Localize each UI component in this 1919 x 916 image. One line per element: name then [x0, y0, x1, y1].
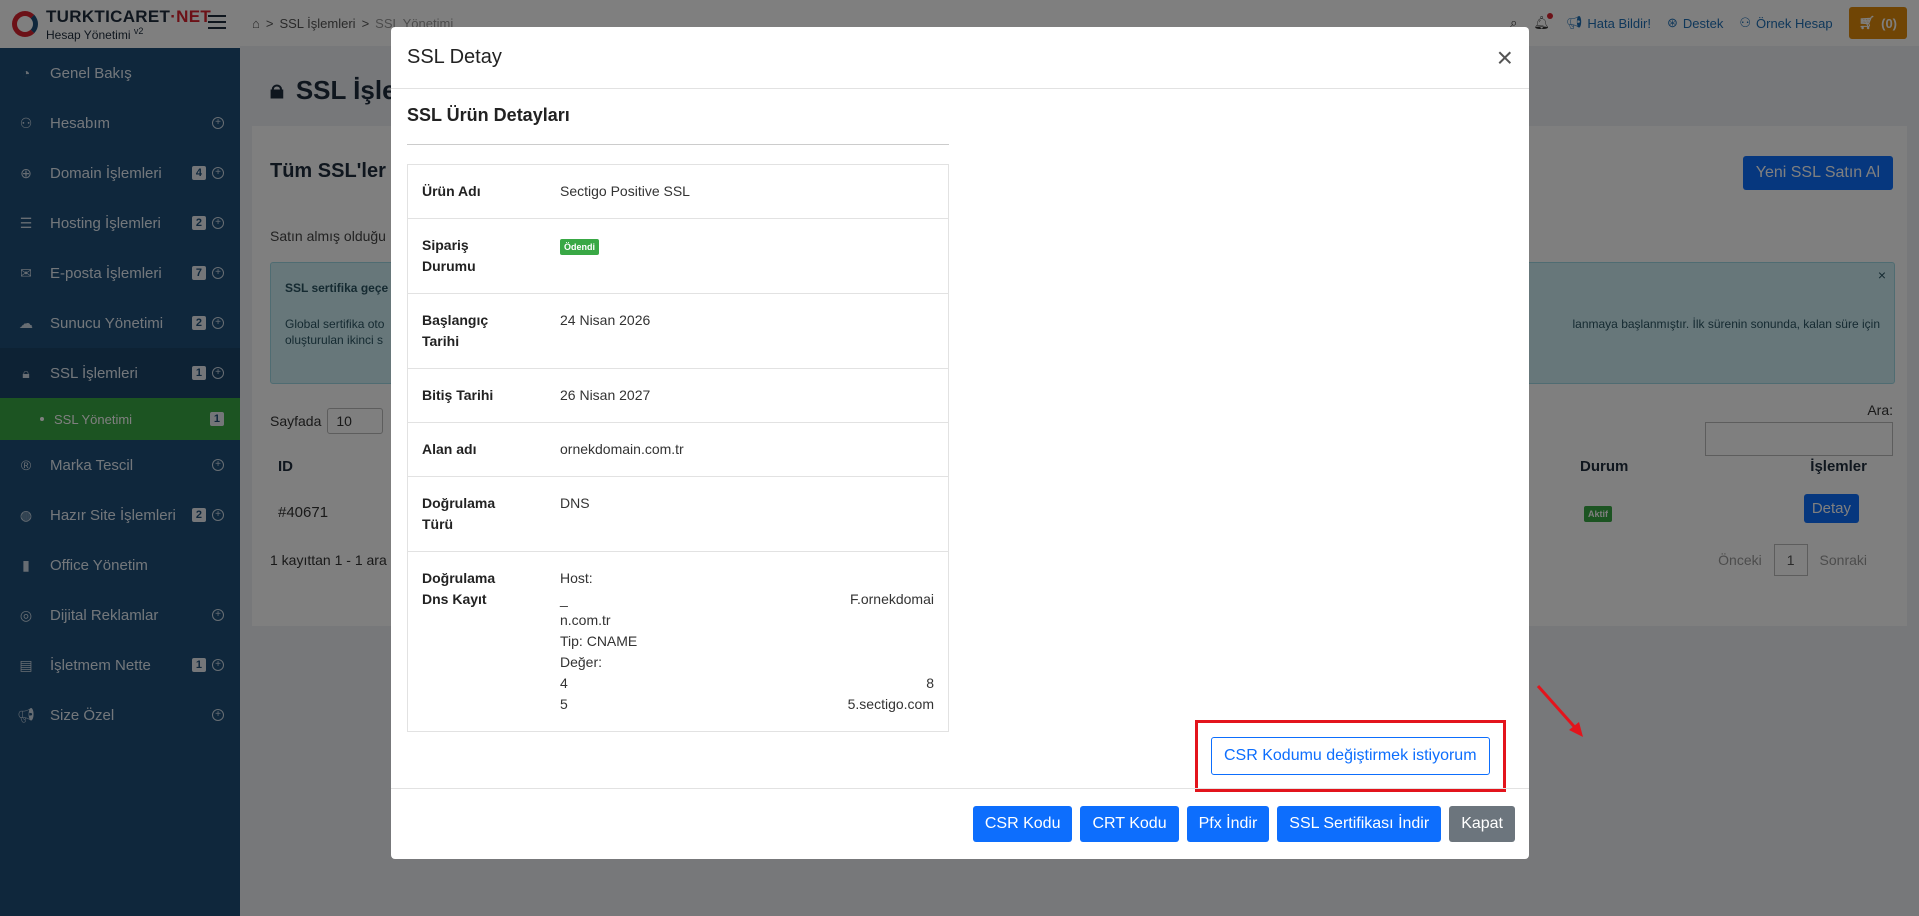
- detail-value: 26 Nisan 2027: [560, 387, 651, 403]
- crt-code-button[interactable]: CRT Kodu: [1080, 806, 1179, 842]
- modal-title: SSL Detay: [407, 46, 502, 68]
- detail-key: Ürün Adı: [422, 183, 481, 199]
- csr-code-button[interactable]: CSR Kodu: [972, 806, 1073, 842]
- detail-key: Bitiş Tarihi: [422, 387, 494, 403]
- detail-value: Sectigo Positive SSL: [560, 183, 690, 199]
- csr-change-highlight: CSR Kodumu değiştirmek istiyorum: [1195, 720, 1506, 792]
- detail-row: Doğrulama Türü DNS: [408, 477, 948, 552]
- detail-value: ornekdomain.com.tr: [560, 441, 684, 457]
- detail-value: 24 Nisan 2026: [560, 312, 651, 328]
- modal-header: SSL Detay ×: [391, 27, 1529, 89]
- pfx-download-button[interactable]: Pfx İndir: [1186, 806, 1270, 842]
- ssl-certificate-download-button[interactable]: SSL Sertifikası İndir: [1277, 806, 1442, 842]
- section-header: SSL Ürün Detayları: [407, 105, 949, 145]
- ssl-detail-modal: SSL Detay × SSL Ürün Detayları Ürün Adı …: [391, 27, 1583, 859]
- detail-row: Başlangıç Tarihi 24 Nisan 2026: [408, 294, 948, 369]
- detail-value: DNS: [560, 495, 590, 511]
- section-title: SSL Ürün Detayları: [407, 105, 949, 145]
- detail-row: Ürün Adı Sectigo Positive SSL: [408, 165, 948, 219]
- close-button[interactable]: Kapat: [1449, 806, 1515, 842]
- paid-badge: Ödendi: [560, 239, 599, 255]
- ssl-detail-table: Ürün Adı Sectigo Positive SSL Sipariş Du…: [407, 164, 949, 732]
- detail-key: Doğrulama Dns Kayıt: [422, 570, 496, 607]
- change-csr-button[interactable]: CSR Kodumu değiştirmek istiyorum: [1211, 737, 1490, 775]
- detail-row: Alan adı ornekdomain.com.tr: [408, 423, 948, 477]
- annotation-arrow-icon: [1536, 685, 1583, 737]
- detail-key: Doğrulama Türü: [422, 495, 496, 532]
- detail-row: Doğrulama Dns Kayıt Host: _ F.ornekdomai …: [408, 552, 948, 731]
- detail-key: Sipariş Durumu: [422, 237, 476, 274]
- detail-value: Ödendi: [560, 235, 934, 277]
- detail-row: Sipariş Durumu Ödendi: [408, 219, 948, 294]
- close-icon[interactable]: ×: [1497, 43, 1513, 72]
- dns-record-value: Host: _ F.ornekdomai n.com.tr Tip: CNAME …: [560, 570, 934, 712]
- detail-key: Başlangıç Tarihi: [422, 312, 489, 349]
- modal-footer: CSR Kodu CRT Kodu Pfx İndir SSL Sertifik…: [391, 788, 1529, 859]
- detail-row: Bitiş Tarihi 26 Nisan 2027: [408, 369, 948, 423]
- detail-key: Alan adı: [422, 441, 477, 457]
